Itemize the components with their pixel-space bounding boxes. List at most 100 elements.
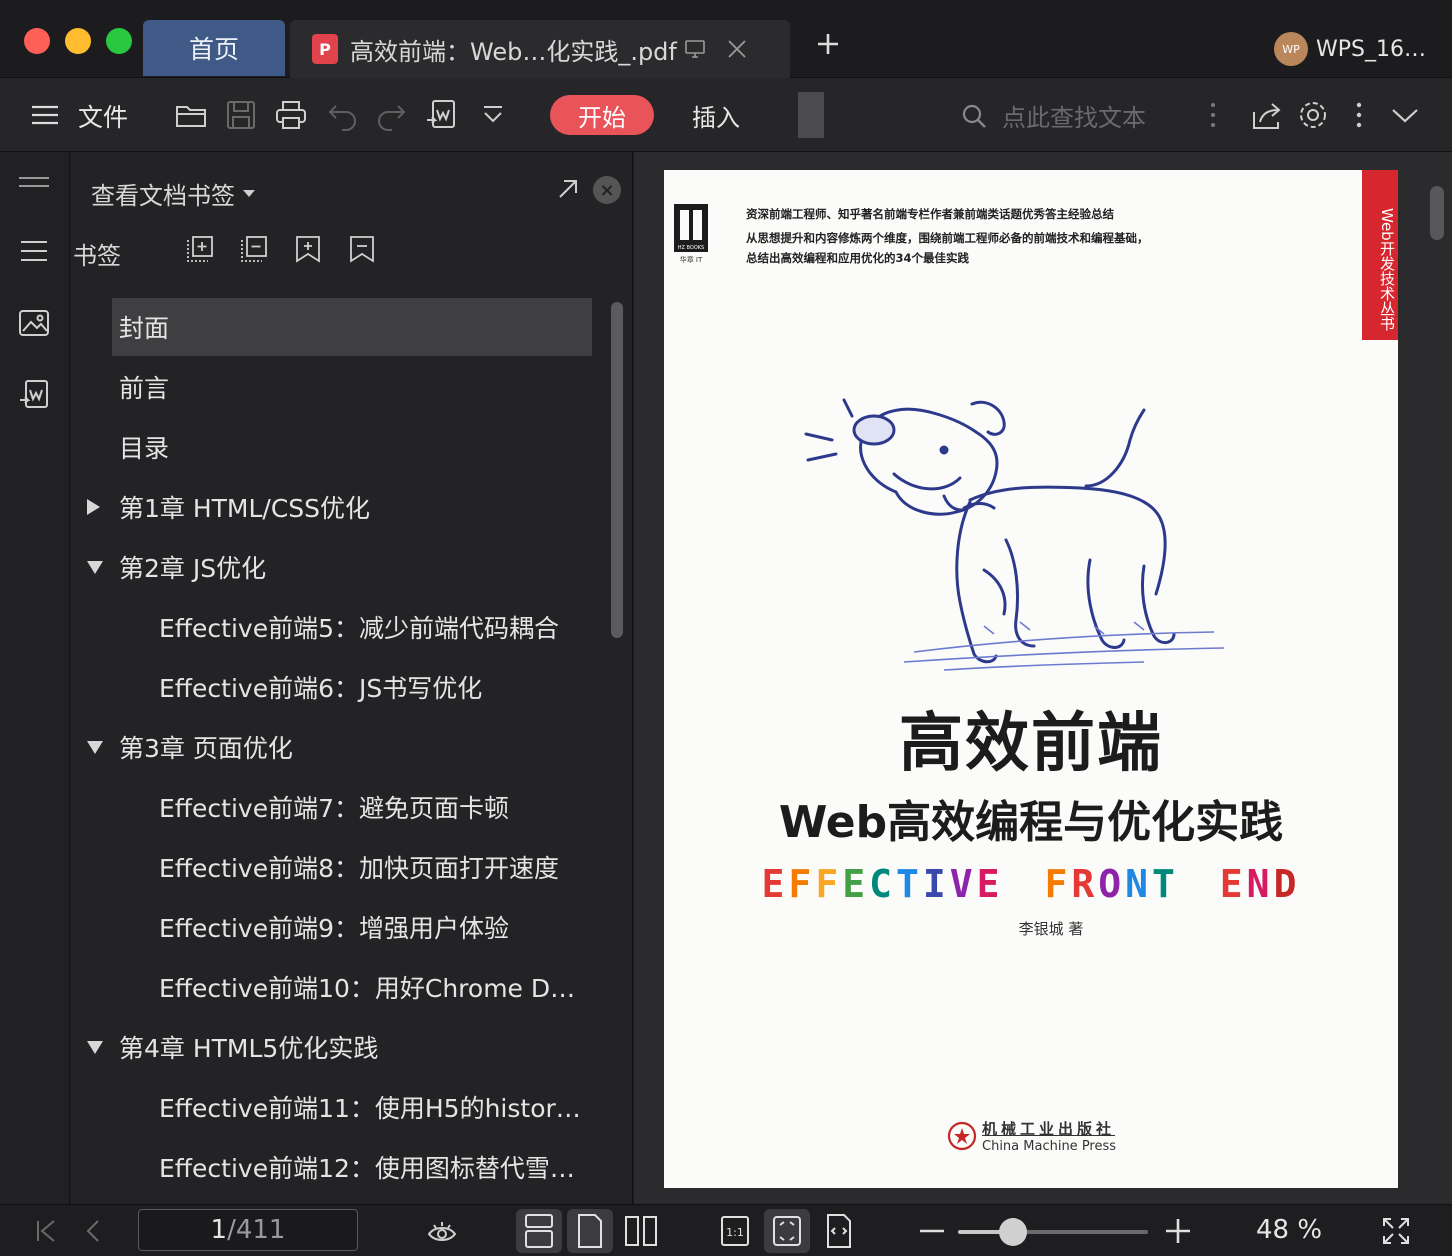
remove-bookmark-icon[interactable] xyxy=(347,234,377,264)
new-tab-icon[interactable] xyxy=(814,30,842,58)
expand-all-icon[interactable] xyxy=(185,234,215,264)
chevron-down-icon[interactable] xyxy=(1388,98,1422,132)
bookmark-scrollbar[interactable] xyxy=(609,302,625,1202)
export-document-icon[interactable] xyxy=(424,98,458,132)
zoom-slider-handle[interactable] xyxy=(999,1218,1028,1246)
cover-title: 高效前端 xyxy=(899,707,1163,781)
overflow-menu-icon[interactable] xyxy=(1342,98,1376,132)
file-menu[interactable]: 文件 xyxy=(78,98,128,134)
bookmark-label: 前言 xyxy=(119,374,170,403)
bookmark-view-dropdown[interactable]: 查看文档书签 xyxy=(91,176,255,211)
bookmark-chapter[interactable]: 目录 xyxy=(71,418,611,476)
first-page-icon[interactable] xyxy=(30,1215,62,1247)
document-scrollbar-thumb[interactable] xyxy=(1430,186,1444,240)
print-icon[interactable] xyxy=(274,98,308,132)
previous-page-icon[interactable] xyxy=(78,1215,110,1247)
bookmark-label: Effective前端10：用好Chrome D… xyxy=(159,974,576,1003)
bookmark-chapter[interactable]: 封面 xyxy=(112,298,592,356)
thumbnails-image-icon[interactable] xyxy=(17,306,51,340)
single-page-mode-button[interactable] xyxy=(567,1209,613,1253)
english-title-letter: E xyxy=(976,862,1004,906)
fullscreen-icon[interactable] xyxy=(1380,1215,1412,1247)
press-imprint: 机械工业出版社 China Machine Press xyxy=(946,1118,1116,1154)
bookmark-label: Effective前端12：使用图标替代雪… xyxy=(159,1154,575,1183)
tab-start[interactable]: 开始 xyxy=(550,95,654,135)
undo-icon[interactable] xyxy=(326,98,360,132)
bookmark-item[interactable]: Effective前端6：JS书写优化 xyxy=(71,658,611,716)
eye-protection-icon[interactable] xyxy=(426,1215,458,1247)
zoom-window-button[interactable] xyxy=(106,28,132,54)
collapse-panel-icon[interactable] xyxy=(17,166,51,200)
bookmark-label: 第4章 HTML5优化实践 xyxy=(119,1034,379,1063)
bookmark-chapter[interactable]: 前言 xyxy=(71,358,611,416)
tab-document[interactable]: P 高效前端：Web…化实践_.pdf xyxy=(290,20,790,78)
english-title-letter: F xyxy=(788,862,816,906)
bookmark-item[interactable]: Effective前端8：加快页面打开速度 xyxy=(71,838,611,896)
bookmark-item[interactable]: Effective前端10：用好Chrome D… xyxy=(71,958,611,1016)
hamburger-menu-icon[interactable] xyxy=(28,98,62,132)
english-title-letter: D xyxy=(1273,862,1301,906)
close-panel-icon[interactable]: × xyxy=(593,176,621,204)
english-title-letter: N xyxy=(1246,862,1274,906)
zoom-in-icon[interactable] xyxy=(1162,1215,1194,1247)
bookmark-item[interactable]: Effective前端12：使用图标替代雪… xyxy=(71,1138,611,1196)
zoom-level[interactable]: 48 % xyxy=(1256,1215,1322,1245)
close-tab-icon[interactable] xyxy=(725,37,749,61)
page-number-input[interactable]: 1/411 xyxy=(138,1209,358,1251)
add-bookmark-icon[interactable] xyxy=(293,234,323,264)
close-window-button[interactable] xyxy=(24,28,50,54)
bookmark-item[interactable]: Effective前端9：增强用户体验 xyxy=(71,898,611,956)
minimize-window-button[interactable] xyxy=(65,28,91,54)
bookmark-label: Effective前端8：加快页面打开速度 xyxy=(159,854,559,883)
bookmark-chapter[interactable]: 第2章 JS优化 xyxy=(71,538,611,596)
continuous-scroll-mode-button[interactable] xyxy=(516,1209,562,1253)
tab-home[interactable]: 首页 xyxy=(143,20,285,76)
monitor-icon[interactable] xyxy=(683,37,707,61)
bookmark-label: Effective前端7：避免页面卡顿 xyxy=(159,794,509,823)
open-folder-icon[interactable] xyxy=(174,98,208,132)
bookmark-label: Effective前端9：增强用户体验 xyxy=(159,914,509,943)
actual-size-icon: 1:1 xyxy=(721,1216,749,1246)
more-dropdown-icon[interactable] xyxy=(476,98,510,132)
english-title-letter: T xyxy=(895,862,923,906)
expand-triangle-icon[interactable] xyxy=(87,1040,103,1054)
fit-width-button[interactable] xyxy=(816,1209,862,1253)
search-box[interactable]: 点此查找文本 xyxy=(960,98,1146,133)
bookmark-item[interactable]: Effective前端5：减少前端代码耦合 xyxy=(71,598,611,656)
expand-triangle-icon[interactable] xyxy=(87,560,103,574)
more-vertical-icon[interactable] xyxy=(1196,98,1230,132)
share-icon[interactable] xyxy=(1250,98,1284,132)
bookmark-item[interactable]: Effective前端11：使用H5的histor… xyxy=(71,1078,611,1136)
document-viewport[interactable]: HZ BOOKS 华章 IT 资深前端工程师、知乎著名前端专栏作者兼前端类话题优… xyxy=(634,152,1452,1204)
bookmark-item[interactable]: Effective前端7：避免页面卡顿 xyxy=(71,778,611,836)
pdf-file-icon: P xyxy=(312,34,338,64)
collapse-all-icon[interactable] xyxy=(239,234,269,264)
bookmark-chapter[interactable]: 第3章 页面优化 xyxy=(71,718,611,776)
book-mode-button[interactable] xyxy=(618,1209,664,1253)
tab-insert[interactable]: 插入 xyxy=(692,98,740,133)
actual-size-button[interactable]: 1:1 xyxy=(712,1209,758,1253)
hz-books-logo-subtext: 华章 IT xyxy=(680,255,703,264)
single-page-icon xyxy=(578,1214,602,1248)
bookmark-scrollbar-thumb[interactable] xyxy=(611,302,623,638)
convert-document-icon[interactable] xyxy=(17,378,51,412)
expand-triangle-icon[interactable] xyxy=(87,740,103,754)
english-title-letter: F xyxy=(1044,862,1072,906)
redo-icon[interactable] xyxy=(374,98,408,132)
total-pages: /411 xyxy=(227,1215,286,1245)
bookmark-label: Effective前端11：使用H5的histor… xyxy=(159,1094,581,1123)
settings-gear-icon[interactable] xyxy=(1296,98,1330,132)
english-title-letter: I xyxy=(922,862,950,906)
title-bar: 首页 P 高效前端：Web…化实践_.pdf WP WPS_16… xyxy=(0,0,1452,78)
zoom-out-icon[interactable] xyxy=(916,1215,948,1247)
collapse-triangle-icon[interactable] xyxy=(87,499,100,515)
save-icon[interactable] xyxy=(224,98,258,132)
account-menu[interactable]: WP WPS_16… xyxy=(1274,32,1426,66)
outline-list-icon[interactable] xyxy=(17,234,51,268)
pop-out-arrow-icon[interactable] xyxy=(555,176,581,202)
bookmark-chapter[interactable]: 第1章 HTML/CSS优化 xyxy=(71,478,611,536)
hz-books-logo-text: HZ BOOKS xyxy=(678,245,704,251)
ribbon-scroll-button[interactable] xyxy=(798,92,824,138)
fit-page-button[interactable] xyxy=(764,1209,810,1253)
bookmark-chapter[interactable]: 第4章 HTML5优化实践 xyxy=(71,1018,611,1076)
